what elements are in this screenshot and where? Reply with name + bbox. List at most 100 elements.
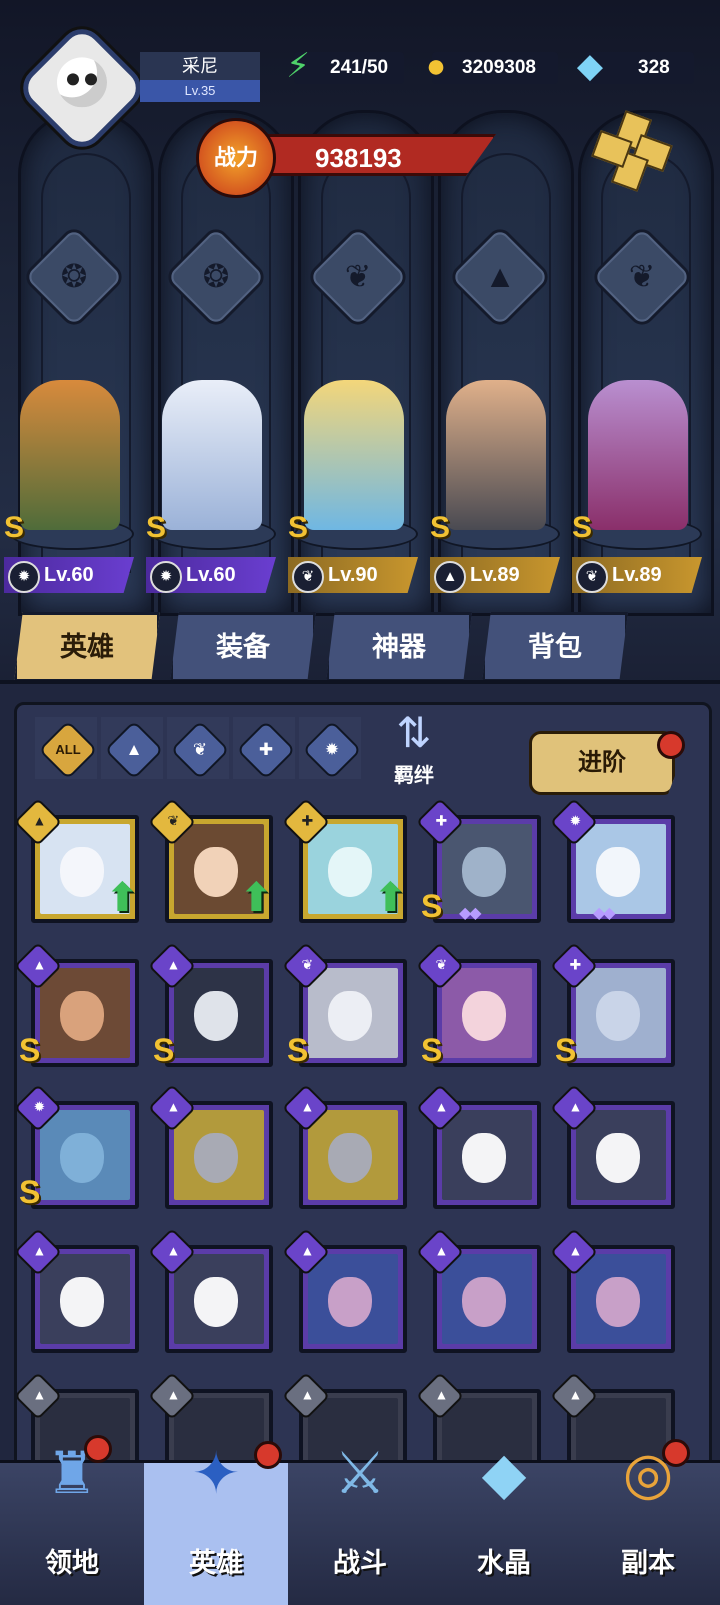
- nav-label: 水晶: [477, 1548, 531, 1578]
- bond-label: 羁绊: [394, 765, 434, 787]
- wing-class-icon: ❦: [576, 561, 608, 593]
- tab-heroes[interactable]: 英雄: [14, 612, 160, 682]
- lineup-hero-5[interactable]: S: [572, 370, 704, 550]
- claw-icon: ✹: [324, 740, 340, 759]
- hero-card[interactable]: ✹ ◆◆: [549, 797, 675, 923]
- hero-level: Lv.89: [470, 564, 520, 586]
- nav-label: 副本: [621, 1548, 675, 1578]
- panda-avatar-icon: [57, 57, 107, 108]
- lineup-hero-3[interactable]: S: [288, 370, 420, 550]
- hero-card[interactable]: ✚ S: [549, 941, 675, 1068]
- player-level: Lv.35: [140, 80, 260, 102]
- rank-badge: S: [288, 511, 309, 544]
- combat-power: 战力 938193: [196, 118, 501, 198]
- hero-level-bar: ✹ Lv.60: [146, 557, 276, 593]
- gold-counter[interactable]: ● 3209308: [426, 47, 558, 85]
- hero-card[interactable]: ▲: [281, 1083, 407, 1209]
- lineup-hero-4[interactable]: S: [430, 370, 562, 550]
- hero-card[interactable]: ▲: [147, 1083, 273, 1209]
- hero-figure: [162, 380, 262, 530]
- beast-class-icon: ✹: [8, 561, 40, 593]
- hero-card[interactable]: ❦ S: [281, 941, 407, 1068]
- lineup-hero-2[interactable]: S: [146, 370, 278, 550]
- hero-card[interactable]: ✹ S: [17, 1083, 139, 1210]
- power-badge: 战力: [196, 118, 276, 198]
- hero-card[interactable]: ▲ S: [147, 941, 273, 1068]
- filter-tech[interactable]: ✚: [233, 717, 296, 780]
- bond-arrows-icon: ⇅: [396, 709, 432, 756]
- wing-icon: ❦: [192, 740, 208, 759]
- notification-dot: [662, 1439, 690, 1467]
- mage-class-icon: ▲: [434, 561, 466, 593]
- notification-dot: [254, 1441, 282, 1469]
- hero-figure: [20, 380, 120, 530]
- player-info: 采尼 Lv.35: [140, 52, 260, 104]
- tab-backpack[interactable]: 背包: [482, 612, 628, 682]
- rank-badge: S: [19, 1032, 41, 1068]
- diamond-icon: ◆: [576, 47, 604, 85]
- notification-dot: [84, 1435, 112, 1463]
- mage-icon: ▲: [125, 740, 143, 759]
- hero-card[interactable]: ▲: [549, 1227, 675, 1353]
- hero-card[interactable]: ▲: [415, 1083, 541, 1209]
- pinwheel-icon[interactable]: [591, 110, 673, 192]
- rank-badge: S: [287, 1032, 309, 1068]
- wrench-icon: ✚: [258, 740, 274, 759]
- energy-counter[interactable]: ⚡ 241/50: [286, 47, 404, 85]
- filter-wing[interactable]: ❦: [167, 717, 230, 780]
- roster-container: ALL ▲ ❦ ✚ ✹ ⇅ 羁绊 进阶 ⬆ ▲ ⬆ ❦ ⬆ ✚ ✚ S ◆◆ ✹…: [14, 702, 712, 1478]
- bond-button[interactable]: ⇅ 羁绊: [369, 707, 459, 795]
- player-name: 采尼: [140, 52, 260, 80]
- hero-level-bar: ❦ Lv.90: [288, 557, 418, 593]
- upgrade-arrow-icon: ⬆: [239, 876, 273, 920]
- hero-card[interactable]: ▲ S: [17, 941, 139, 1068]
- top-bar: 采尼 Lv.35 ⚡ 241/50 ● 3209308 ◆ 328: [0, 0, 720, 156]
- rank-badge: S: [430, 511, 451, 544]
- filter-mage[interactable]: ▲: [101, 717, 164, 780]
- hero-card[interactable]: ⬆ ▲: [17, 797, 139, 923]
- wizard-hat-icon: ✦: [191, 1441, 241, 1506]
- hero-figure: [588, 380, 688, 530]
- nav-crystal[interactable]: ◆ 水晶: [432, 1441, 576, 1605]
- hero-card[interactable]: ▲: [17, 1227, 139, 1353]
- hero-card[interactable]: ⬆ ✚: [281, 797, 407, 923]
- hero-card[interactable]: ▲: [281, 1227, 407, 1353]
- filter-beast[interactable]: ✹: [299, 717, 362, 780]
- nav-dungeon[interactable]: ◎ 副本: [576, 1439, 720, 1605]
- wing-class-icon: ❦: [292, 561, 324, 593]
- hero-card[interactable]: ⬆ ❦: [147, 797, 273, 923]
- hero-card[interactable]: ▲: [415, 1227, 541, 1353]
- hero-card[interactable]: ▲: [147, 1227, 273, 1353]
- nav-territory[interactable]: ♜ 领地: [0, 1435, 144, 1605]
- upgrade-arrow-icon: ⬆: [373, 876, 407, 920]
- rank-badge: S: [555, 1032, 577, 1068]
- hero-card[interactable]: ❦ S: [415, 941, 541, 1068]
- gem-counter[interactable]: ◆ 328: [577, 47, 694, 85]
- rank-badge: S: [146, 511, 167, 544]
- energy-value: 241/50: [330, 57, 389, 78]
- advance-button[interactable]: 进阶: [529, 731, 675, 795]
- stars-icon: ◆◆: [593, 905, 616, 922]
- hero-level-bar: ✹ Lv.60: [4, 557, 134, 593]
- tab-equipment[interactable]: 装备: [170, 612, 316, 682]
- hero-card[interactable]: ✚ S ◆◆: [415, 797, 541, 924]
- nav-heroes[interactable]: ✦ 英雄: [144, 1441, 288, 1605]
- beast-class-icon: ✹: [150, 561, 182, 593]
- filter-all-label: ALL: [55, 742, 81, 757]
- hero-level: Lv.89: [612, 564, 662, 586]
- hero-level: Lv.60: [186, 564, 236, 586]
- sword-icon: ⚔: [334, 1441, 386, 1506]
- bottom-navigation: ♜ 领地 ✦ 英雄 ⚔ 战斗 ◆ 水晶 ◎ 副本: [0, 1435, 720, 1605]
- gold-value: 3209308: [462, 57, 536, 78]
- nav-label: 领地: [45, 1548, 99, 1578]
- tab-artifacts[interactable]: 神器: [326, 612, 472, 682]
- nav-battle[interactable]: ⚔ 战斗: [288, 1441, 432, 1605]
- filter-all[interactable]: ALL: [35, 717, 98, 780]
- notification-dot: [657, 731, 685, 759]
- category-tabs: 英雄 装备 神器 背包: [0, 608, 720, 682]
- hero-level-bar: ❦ Lv.89: [572, 557, 702, 593]
- rank-badge: S: [19, 1174, 41, 1210]
- hero-level: Lv.60: [44, 564, 94, 586]
- hero-card[interactable]: ▲: [549, 1083, 675, 1209]
- lineup-hero-1[interactable]: S: [4, 370, 136, 550]
